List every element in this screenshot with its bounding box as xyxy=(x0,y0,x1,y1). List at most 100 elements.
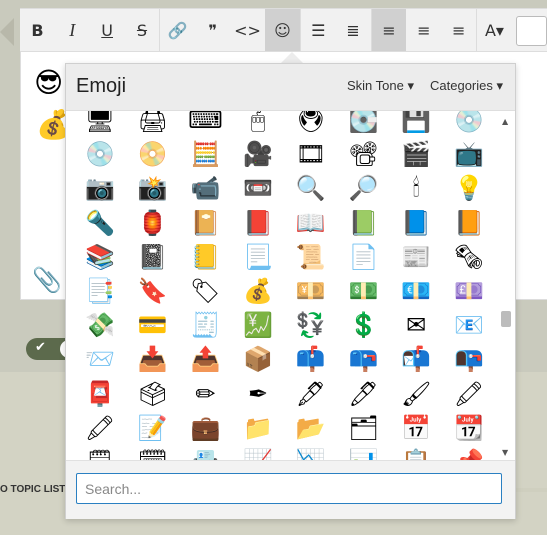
emoji-cell[interactable]: 📈 xyxy=(240,445,276,460)
emoji-cell[interactable]: 💵 xyxy=(346,274,382,308)
emoji-cell[interactable]: 🎬 xyxy=(398,137,434,171)
emoji-cell[interactable]: 🖍 xyxy=(82,411,118,445)
emoji-cell[interactable]: 📪 xyxy=(346,342,382,376)
emoji-cell[interactable]: 💽 xyxy=(346,111,382,137)
emoji-cell[interactable]: 📮 xyxy=(82,377,118,411)
scroll-down-icon[interactable]: ▼ xyxy=(502,448,508,457)
skin-tone-dropdown[interactable]: Skin Tone ▾ xyxy=(347,78,414,94)
align-left-icon[interactable]: ≡ xyxy=(371,9,407,51)
bold-button[interactable]: B xyxy=(20,9,55,51)
emoji-cell[interactable]: 🖊 xyxy=(346,377,382,411)
emoji-cell[interactable]: 🖌 xyxy=(398,377,434,411)
emoji-cell[interactable]: 📬 xyxy=(398,342,434,376)
emoji-cell[interactable]: 📭 xyxy=(451,342,487,376)
emoji-cell[interactable]: 🔎 xyxy=(346,171,382,205)
emoji-cell[interactable]: 📫 xyxy=(293,342,329,376)
emoji-cell[interactable]: 📦 xyxy=(240,342,276,376)
numbered-list-icon[interactable]: ≣ xyxy=(336,9,371,51)
emoji-cell[interactable]: 🔦 xyxy=(82,206,118,240)
italic-button[interactable]: I xyxy=(55,9,90,51)
emoji-cell[interactable]: 🕯 xyxy=(398,171,434,205)
emoji-cell[interactable]: 📖 xyxy=(293,206,329,240)
emoji-cell[interactable]: 🗞 xyxy=(451,240,487,274)
emoji-cell[interactable]: ✏ xyxy=(187,377,223,411)
emoji-cell[interactable]: 📗 xyxy=(346,206,382,240)
emoji-cell[interactable]: 🖲 xyxy=(293,111,329,137)
emoji-cell[interactable]: 🖨 xyxy=(135,111,171,137)
emoji-cell[interactable]: 🗂 xyxy=(346,411,382,445)
emoji-cell[interactable]: 📙 xyxy=(451,206,487,240)
emoji-cell[interactable]: 🗒 xyxy=(82,445,118,460)
emoji-cell[interactable]: 📚 xyxy=(82,240,118,274)
emoji-cell[interactable]: 📀 xyxy=(135,137,171,171)
emoji-cell[interactable]: 📑 xyxy=(82,274,118,308)
emoji-cell[interactable]: 📰 xyxy=(398,240,434,274)
emoji-search-input[interactable] xyxy=(76,473,502,504)
underline-button[interactable]: U xyxy=(90,9,125,51)
emoji-cell[interactable]: 📅 xyxy=(398,411,434,445)
strikethrough-button[interactable]: S xyxy=(125,9,160,51)
emoji-cell[interactable]: 🖥 xyxy=(82,111,118,137)
scroll-up-icon[interactable]: ▲ xyxy=(502,117,508,126)
emoji-cell[interactable]: 📸 xyxy=(135,171,171,205)
emoji-cell[interactable]: 💾 xyxy=(398,111,434,137)
emoji-cell[interactable]: 📃 xyxy=(240,240,276,274)
emoji-cell[interactable]: 💴 xyxy=(293,274,329,308)
emoji-cell[interactable]: 📌 xyxy=(451,445,487,460)
emoji-cell[interactable]: 💱 xyxy=(293,308,329,342)
emoji-cell[interactable]: 📝 xyxy=(135,411,171,445)
emoji-cell[interactable]: 📺 xyxy=(451,137,487,171)
emoji-cell[interactable]: 💶 xyxy=(398,274,434,308)
toolbar-overflow-button[interactable] xyxy=(515,16,547,46)
emoji-cell[interactable]: 💼 xyxy=(187,411,223,445)
emoji-cell[interactable]: 💰 xyxy=(240,274,276,308)
emoji-cell[interactable]: 📥 xyxy=(135,342,171,376)
emoji-cell[interactable]: 📁 xyxy=(240,411,276,445)
emoji-cell[interactable]: 💹 xyxy=(240,308,276,342)
quote-icon[interactable]: ❞ xyxy=(195,9,230,51)
emoji-icon[interactable]: ☺ xyxy=(264,9,300,51)
text-color-icon[interactable]: A▾ xyxy=(477,9,512,51)
emoji-cell[interactable]: 🏮 xyxy=(135,206,171,240)
emoji-cell[interactable]: 📘 xyxy=(398,206,434,240)
emoji-cell[interactable]: 💳 xyxy=(135,308,171,342)
emoji-cell[interactable]: 📤 xyxy=(187,342,223,376)
emoji-cell[interactable]: 💷 xyxy=(451,274,487,308)
emoji-cell[interactable]: 📕 xyxy=(240,206,276,240)
emoji-cell[interactable]: 💿 xyxy=(82,137,118,171)
categories-dropdown[interactable]: Categories ▾ xyxy=(430,78,503,94)
emoji-cell[interactable]: 📒 xyxy=(187,240,223,274)
emoji-cell[interactable]: 📜 xyxy=(293,240,329,274)
emoji-cell[interactable]: 🖍 xyxy=(451,377,487,411)
emoji-cell[interactable]: 📷 xyxy=(82,171,118,205)
emoji-cell[interactable]: 📧 xyxy=(451,308,487,342)
align-right-icon[interactable]: ≡ xyxy=(441,9,476,51)
emoji-cell[interactable]: 📆 xyxy=(451,411,487,445)
emoji-cell[interactable]: 📓 xyxy=(135,240,171,274)
emoji-cell[interactable]: 🖱 xyxy=(240,111,276,137)
emoji-cell[interactable]: 📽 xyxy=(346,137,382,171)
emoji-cell[interactable]: ⌨ xyxy=(187,111,223,137)
emoji-cell[interactable]: 🏷 xyxy=(187,274,223,308)
emoji-cell[interactable]: 🗳 xyxy=(135,377,171,411)
emoji-cell[interactable]: 🗓 xyxy=(135,445,171,460)
emoji-cell[interactable]: 💸 xyxy=(82,308,118,342)
emoji-cell[interactable]: 💲 xyxy=(346,308,382,342)
emoji-cell[interactable]: 📉 xyxy=(293,445,329,460)
emoji-cell[interactable]: 🧮 xyxy=(187,137,223,171)
paperclip-icon[interactable]: 📎 xyxy=(32,266,62,294)
emoji-cell[interactable]: 📨 xyxy=(82,342,118,376)
emoji-cell[interactable]: 📂 xyxy=(293,411,329,445)
code-icon[interactable]: <> xyxy=(230,9,265,51)
emoji-cell[interactable]: 💿 xyxy=(451,111,487,137)
align-center-icon[interactable]: ≡ xyxy=(406,9,441,51)
bullet-list-icon[interactable]: ☰ xyxy=(301,9,336,51)
emoji-cell[interactable]: 📇 xyxy=(187,445,223,460)
emoji-cell[interactable]: ✒ xyxy=(240,377,276,411)
emoji-cell[interactable]: 🔍 xyxy=(293,171,329,205)
emoji-cell[interactable]: 📋 xyxy=(398,445,434,460)
emoji-cell[interactable]: 🎞 xyxy=(293,137,329,171)
emoji-cell[interactable]: 📹 xyxy=(187,171,223,205)
emoji-cell[interactable]: 📔 xyxy=(187,206,223,240)
scrollbar-thumb[interactable] xyxy=(501,311,511,327)
